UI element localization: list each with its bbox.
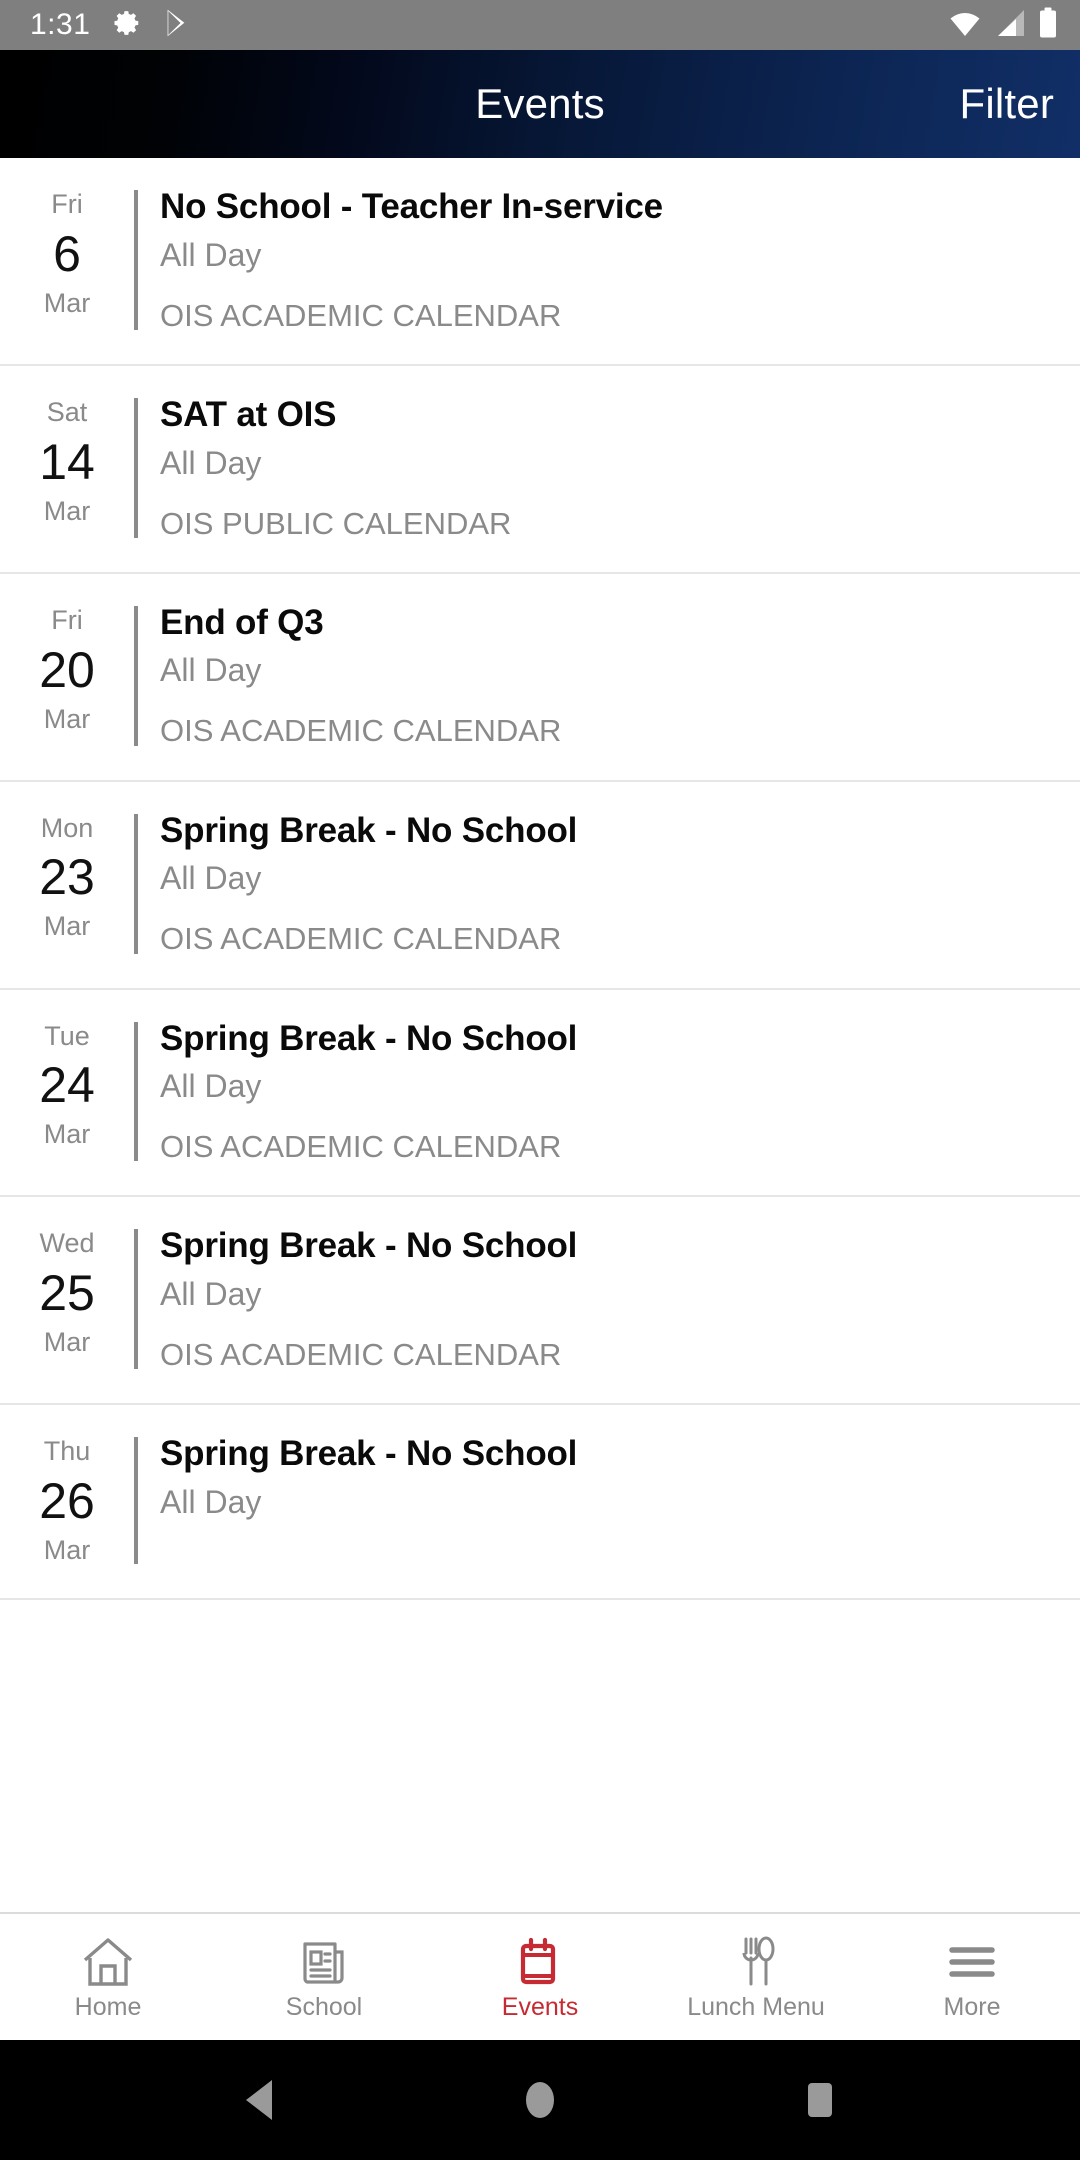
event-day-number: 14 bbox=[39, 433, 95, 490]
event-month: Mar bbox=[43, 1327, 91, 1358]
event-details: End of Q3 All Day OIS ACADEMIC CALENDAR bbox=[138, 600, 1080, 750]
event-details: Spring Break - No School All Day bbox=[138, 1431, 1080, 1568]
event-date-column: Tue 24 Mar bbox=[0, 1016, 134, 1166]
settings-gear-icon bbox=[112, 8, 142, 43]
event-title: SAT at OIS bbox=[160, 394, 337, 434]
event-date-column: Fri 20 Mar bbox=[0, 600, 134, 750]
event-calendar-name: OIS ACADEMIC CALENDAR bbox=[160, 713, 562, 749]
event-time: All Day bbox=[160, 1276, 262, 1313]
event-list-item[interactable]: Tue 24 Mar Spring Break - No School All … bbox=[0, 989, 1080, 1198]
event-day-of-week: Tue bbox=[44, 1020, 90, 1051]
event-date-column: Wed 25 Mar bbox=[0, 1223, 134, 1373]
fork-spoon-icon bbox=[729, 1935, 783, 1989]
home-icon bbox=[81, 1935, 135, 1989]
event-details: Spring Break - No School All Day OIS ACA… bbox=[138, 808, 1080, 958]
event-calendar-name: OIS ACADEMIC CALENDAR bbox=[160, 1129, 562, 1165]
event-list-item[interactable]: Fri 6 Mar No School - Teacher In-service… bbox=[0, 158, 1080, 366]
page-title: Events bbox=[475, 80, 605, 127]
event-month: Mar bbox=[43, 287, 91, 318]
event-month: Mar bbox=[43, 1119, 91, 1150]
event-month: Mar bbox=[43, 1535, 91, 1565]
event-details: No School - Teacher In-service All Day O… bbox=[138, 184, 1080, 334]
hamburger-menu-icon bbox=[945, 1935, 999, 1989]
status-bar-clock: 1:31 bbox=[30, 8, 91, 41]
event-day-of-week: Sat bbox=[46, 396, 88, 427]
battery-icon bbox=[1038, 7, 1058, 44]
status-bar-right bbox=[948, 7, 1058, 44]
status-bar: 1:31 bbox=[0, 0, 1080, 50]
home-circle-icon[interactable] bbox=[495, 2055, 585, 2145]
status-bar-left: 1:31 bbox=[30, 8, 192, 43]
play-store-icon bbox=[164, 8, 192, 43]
event-list-item[interactable]: Mon 23 Mar Spring Break - No School All … bbox=[0, 781, 1080, 990]
event-day-of-week: Thu bbox=[43, 1436, 91, 1467]
event-time: All Day bbox=[160, 1068, 262, 1105]
tab-label-lunch-menu: Lunch Menu bbox=[687, 1992, 825, 2021]
event-day-number: 24 bbox=[39, 1057, 95, 1114]
tab-home[interactable]: Home bbox=[0, 1935, 216, 2020]
event-month: Mar bbox=[43, 703, 91, 734]
event-time: All Day bbox=[160, 652, 262, 689]
recents-square-icon[interactable] bbox=[775, 2055, 865, 2145]
event-day-number: 25 bbox=[39, 1265, 95, 1322]
event-day-number: 20 bbox=[39, 641, 95, 698]
event-list-item[interactable]: Wed 25 Mar Spring Break - No School All … bbox=[0, 1197, 1080, 1406]
back-triangle-icon[interactable] bbox=[215, 2055, 305, 2145]
event-title: End of Q3 bbox=[160, 602, 324, 642]
event-day-of-week: Mon bbox=[40, 812, 94, 843]
event-date-column: Thu 26 Mar bbox=[0, 1431, 134, 1568]
filter-button[interactable]: Filter bbox=[959, 80, 1054, 128]
tab-label-events: Events bbox=[501, 1992, 579, 2021]
tab-more[interactable]: More bbox=[864, 1935, 1080, 2020]
newspaper-icon bbox=[297, 1935, 351, 1989]
event-calendar-name: OIS ACADEMIC CALENDAR bbox=[160, 1337, 562, 1373]
event-day-number: 26 bbox=[39, 1473, 95, 1529]
tab-label-home: Home bbox=[74, 1992, 142, 2021]
android-navigation-bar bbox=[0, 2040, 1080, 2160]
calendar-icon bbox=[513, 1935, 567, 1989]
event-date-column: Fri 6 Mar bbox=[0, 184, 134, 334]
event-title: Spring Break - No School bbox=[160, 1434, 578, 1474]
app-screen: 1:31 Events Filter Fri 6 Mar No School -… bbox=[0, 0, 1080, 2160]
event-calendar-name: OIS ACADEMIC CALENDAR bbox=[160, 297, 562, 333]
event-calendar-name: OIS ACADEMIC CALENDAR bbox=[160, 921, 562, 957]
tab-label-more: More bbox=[943, 1992, 1001, 2021]
event-details: Spring Break - No School All Day OIS ACA… bbox=[138, 1223, 1080, 1373]
event-time: All Day bbox=[160, 444, 262, 481]
event-day-of-week: Wed bbox=[39, 1228, 95, 1259]
event-list[interactable]: Fri 6 Mar No School - Teacher In-service… bbox=[0, 158, 1080, 1912]
event-month: Mar bbox=[43, 495, 91, 526]
tab-school[interactable]: School bbox=[216, 1935, 432, 2020]
event-day-of-week: Fri bbox=[51, 604, 83, 635]
event-month: Mar bbox=[43, 911, 91, 942]
wifi-icon bbox=[948, 8, 982, 43]
event-details: SAT at OIS All Day OIS PUBLIC CALENDAR bbox=[138, 392, 1080, 542]
tab-events[interactable]: Events bbox=[432, 1935, 648, 2020]
event-calendar-name: OIS PUBLIC CALENDAR bbox=[160, 505, 512, 541]
event-list-item[interactable]: Thu 26 Mar Spring Break - No School All … bbox=[0, 1405, 1080, 1601]
event-date-column: Mon 23 Mar bbox=[0, 808, 134, 958]
tab-label-school: School bbox=[285, 1992, 363, 2021]
event-list-item[interactable]: Fri 20 Mar End of Q3 All Day OIS ACADEMI… bbox=[0, 573, 1080, 782]
event-list-item[interactable]: Sat 14 Mar SAT at OIS All Day OIS PUBLIC… bbox=[0, 365, 1080, 574]
event-time: All Day bbox=[160, 860, 262, 897]
event-title: Spring Break - No School bbox=[160, 1018, 578, 1058]
event-title: No School - Teacher In-service bbox=[160, 187, 663, 226]
tab-lunch-menu[interactable]: Lunch Menu bbox=[648, 1935, 864, 2020]
event-title: Spring Break - No School bbox=[160, 810, 578, 850]
app-header: Events Filter bbox=[0, 50, 1080, 158]
event-day-of-week: Fri bbox=[51, 189, 83, 219]
bottom-tab-bar: Home School Events Lunch Menu More bbox=[0, 1912, 1080, 2040]
event-day-number: 6 bbox=[53, 225, 81, 282]
event-day-number: 23 bbox=[39, 849, 95, 906]
event-date-column: Sat 14 Mar bbox=[0, 392, 134, 542]
event-time: All Day bbox=[160, 236, 262, 273]
cell-signal-icon bbox=[994, 8, 1026, 43]
event-details: Spring Break - No School All Day OIS ACA… bbox=[138, 1016, 1080, 1166]
event-title: Spring Break - No School bbox=[160, 1226, 578, 1266]
event-time: All Day bbox=[160, 1483, 262, 1520]
